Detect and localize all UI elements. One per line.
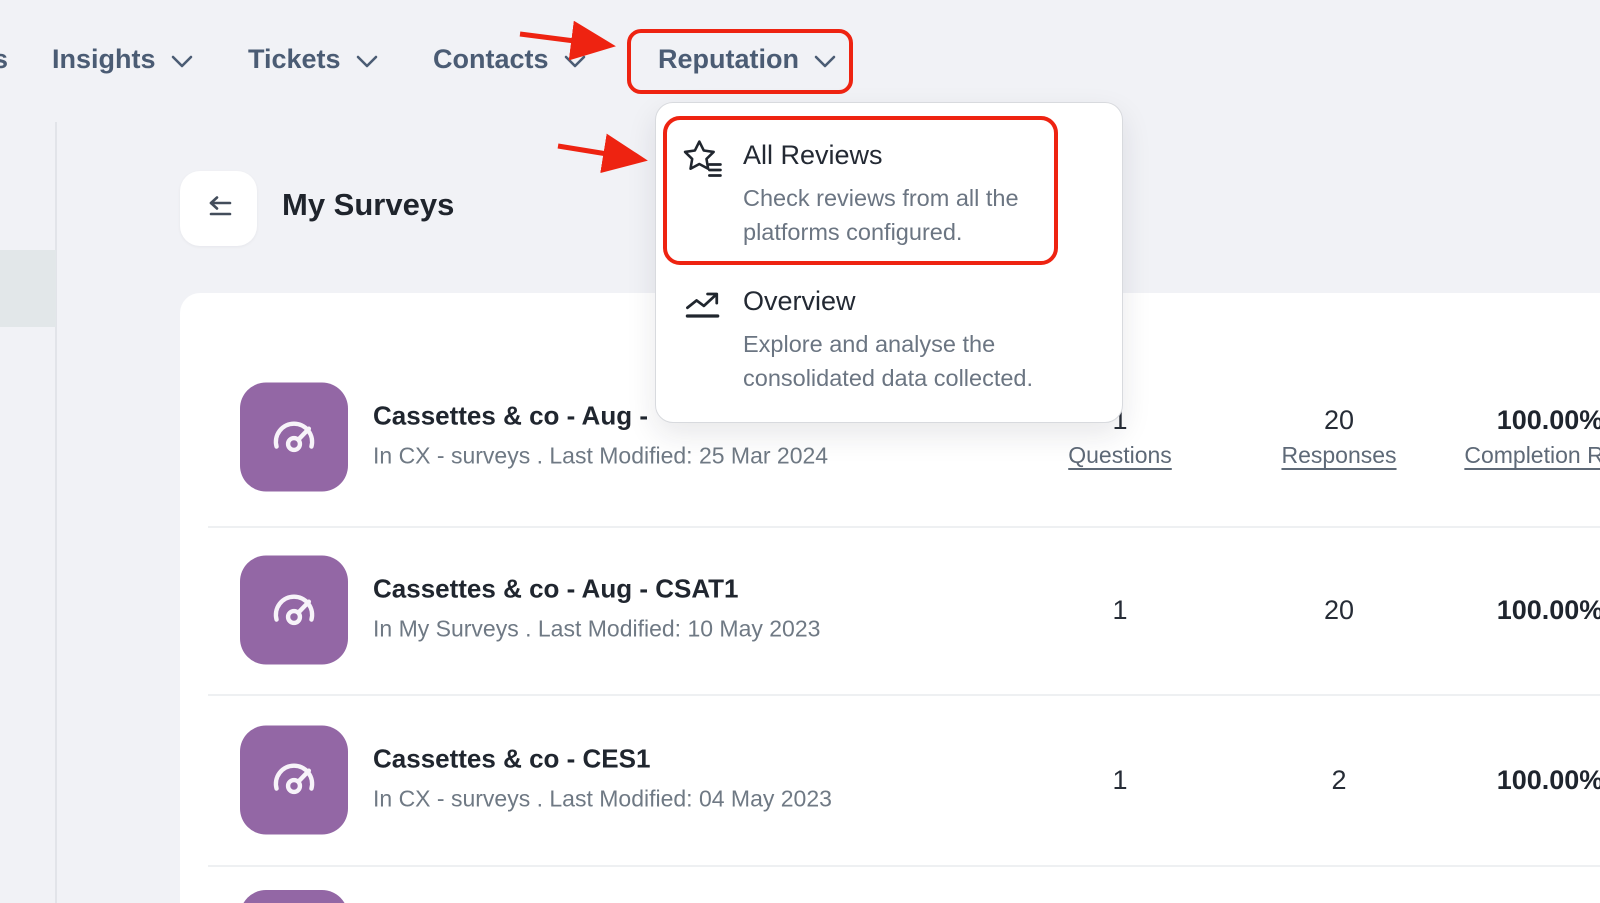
nav-item-partial[interactable]: s [0,44,8,75]
survey-title: Cassettes & co - Aug - CSAT1 [373,573,820,603]
completion-rate: 100.00% [1497,595,1600,625]
top-navigation: s Insights Tickets Contacts Reputation [0,0,1600,105]
chevron-down-icon [356,55,378,68]
questions-count: 1 [1112,765,1127,795]
survey-info: Cassettes & co - Aug - CSAT1 In My Surve… [373,573,820,642]
completion-rate: 100.00% [1464,405,1600,435]
sidebar-active-item[interactable] [0,250,56,327]
nav-item-label: Reputation [658,44,799,75]
survey-tile [240,725,348,834]
survey-tile [240,383,348,492]
survey-tile [240,890,348,903]
survey-tile [240,556,348,665]
row-divider [208,865,1600,867]
survey-meta: In CX - surveys . Last Modified: 04 May … [373,785,832,812]
stat-responses: 20 Responses [1281,405,1396,469]
stat-completion: 100.00% Completion Rate [1464,405,1600,469]
reputation-dropdown-menu: All Reviews Check reviews from all the p… [655,102,1123,423]
survey-row[interactable]: Cassettes & co - CES1 In CX - surveys . … [180,694,1600,865]
collapse-sidebar-button[interactable] [180,171,257,246]
gauge-icon [263,406,325,468]
annotation-arrow-all-reviews [558,146,638,159]
completion-rate: 100.00% [1497,765,1600,795]
survey-meta: In My Surveys . Last Modified: 10 May 20… [373,615,820,642]
app-screen: s Insights Tickets Contacts Reputation M… [0,0,1600,903]
menu-item-description: Check reviews from all the platforms con… [743,181,1019,249]
responses-label[interactable]: Responses [1281,442,1396,469]
menu-item-text: Overview Explore and analyse the consoli… [743,281,1033,395]
responses-count: 20 [1281,405,1396,435]
gauge-icon [263,579,325,641]
completion-label[interactable]: Completion Rate [1464,442,1600,469]
survey-info: Cassettes & co - CES1 In CX - surveys . … [373,743,832,812]
nav-item-insights[interactable]: Insights [52,44,193,75]
nav-item-tickets[interactable]: Tickets [248,44,378,75]
survey-row[interactable]: Cassettes & co - Aug - CSAT1 In My Surve… [180,526,1600,694]
survey-meta: In CX - surveys . Last Modified: 25 Mar … [373,442,828,469]
questions-count: 1 [1112,595,1127,625]
chevron-down-icon [814,55,836,68]
menu-item-title: All Reviews [743,135,1019,175]
chevron-down-icon [564,55,586,68]
nav-item-label: Tickets [248,44,341,75]
gauge-icon [263,749,325,811]
survey-title: Cassettes & co - CES1 [373,743,832,773]
nav-item-label: Contacts [433,44,549,75]
responses-count: 2 [1331,765,1346,795]
menu-item-text: All Reviews Check reviews from all the p… [743,135,1019,249]
menu-item-all-reviews[interactable]: All Reviews Check reviews from all the p… [681,135,1019,249]
menu-item-description: Explore and analyse the consolidated dat… [743,327,1033,395]
nav-item-label: Insights [52,44,156,75]
chevron-down-icon [171,55,193,68]
nav-item-contacts[interactable]: Contacts [433,44,586,75]
star-review-icon [681,137,725,181]
questions-label[interactable]: Questions [1068,442,1172,469]
menu-item-overview[interactable]: Overview Explore and analyse the consoli… [681,281,1033,395]
trend-up-icon [681,283,725,327]
collapse-list-icon [203,193,235,225]
menu-item-title: Overview [743,281,1033,321]
sidebar-divider [55,122,57,903]
page-title: My Surveys [282,187,454,223]
responses-count: 20 [1324,595,1354,625]
nav-item-reputation[interactable]: Reputation [658,44,836,75]
